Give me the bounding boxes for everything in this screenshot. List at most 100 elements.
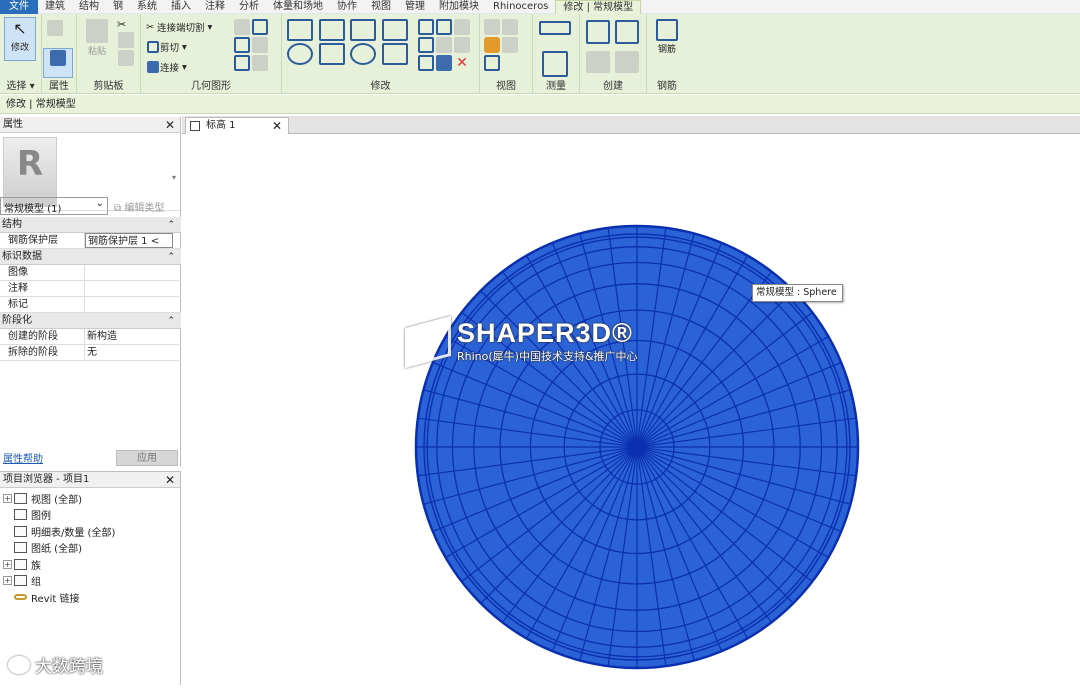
split-gap-icon[interactable] [436, 19, 452, 35]
create-similar-icon[interactable] [586, 51, 610, 73]
rotate-icon[interactable] [350, 43, 376, 65]
tab-view[interactable]: 视图 [364, 0, 398, 14]
phase-demolished-field[interactable]: 无 [85, 345, 181, 360]
dimension-icon[interactable] [542, 51, 568, 77]
tab-rhinoceros[interactable]: Rhinoceros [486, 0, 555, 14]
trim-single-icon[interactable] [418, 55, 434, 71]
drawing-canvas[interactable] [182, 134, 1080, 685]
expand-icon[interactable]: + [3, 493, 12, 503]
tab-structure[interactable]: 结构 [72, 0, 106, 14]
join-button[interactable]: 连接 ▾ [146, 60, 187, 74]
scale-icon[interactable] [436, 37, 452, 53]
cut-button[interactable]: 剪切 ▾ [146, 40, 187, 54]
category-identity[interactable]: 标识数据 ⌃ [0, 249, 181, 265]
match-type-icon[interactable] [118, 50, 134, 66]
chevron-down-icon[interactable]: ▾ [172, 173, 176, 182]
tab-annotate[interactable]: 注释 [198, 0, 232, 14]
copy-move-icon[interactable] [318, 43, 345, 65]
trim-extend-icon[interactable] [381, 43, 408, 65]
measure-icon[interactable] [539, 21, 571, 35]
split-face-icon[interactable] [234, 19, 250, 35]
mark-field[interactable] [85, 297, 181, 312]
mirror-axis-icon[interactable] [350, 19, 376, 41]
chat-bubble-icon [8, 655, 30, 674]
panel-label-measure: 测量 [546, 81, 566, 92]
panel-label-select[interactable]: 选择 ▾ [0, 77, 41, 92]
override-icon[interactable] [502, 19, 518, 35]
offset-icon[interactable] [318, 19, 345, 41]
modify-button[interactable]: ↖ 修改 [4, 17, 36, 61]
wall-joins-icon[interactable] [252, 19, 268, 35]
cut-tool-icon[interactable]: ✂ [117, 18, 140, 31]
pin-icon[interactable] [454, 19, 470, 35]
tab-steel[interactable]: 钢 [106, 0, 130, 14]
sphere-model[interactable] [182, 134, 1080, 685]
line-style-icon[interactable] [502, 37, 518, 53]
align-icon[interactable] [287, 19, 313, 41]
category-phasing[interactable]: 阶段化 ⌃ [0, 313, 181, 329]
panel-label-view: 视图 [496, 81, 516, 92]
close-icon[interactable]: ✕ [272, 118, 282, 134]
array-icon[interactable] [418, 37, 434, 53]
properties-button[interactable] [43, 48, 73, 78]
tab-massing-site[interactable]: 体量和场地 [266, 0, 330, 14]
paste-button[interactable]: 粘贴 [81, 17, 113, 61]
tab-addins[interactable]: 附加模块 [432, 0, 486, 14]
tree-item-views[interactable]: + 视图 (全部) [0, 490, 180, 507]
beam-joins-icon[interactable] [234, 55, 250, 71]
tab-modify-generic-model[interactable]: 修改 | 常规模型 [555, 0, 642, 14]
properties-help-link[interactable]: 属性帮助 [3, 450, 43, 465]
tab-collaborate[interactable]: 协作 [330, 0, 364, 14]
expand-icon[interactable]: + [3, 576, 12, 586]
property-row: 拆除的阶段无 [0, 345, 181, 361]
create-parts-icon[interactable] [586, 20, 610, 44]
tree-item-sheets[interactable]: 图纸 (全部) [0, 540, 180, 557]
tree-item-families[interactable]: + 族 [0, 556, 180, 573]
copy-icon[interactable] [118, 32, 134, 48]
schedule-icon [14, 525, 27, 537]
rebar-cover-field[interactable]: 钢筋保护层 1 < [85, 233, 173, 248]
view-tool-icon[interactable] [484, 55, 500, 71]
move-icon[interactable] [287, 43, 313, 65]
hide-icon[interactable] [484, 19, 500, 35]
tab-insert[interactable]: 插入 [164, 0, 198, 14]
split-element-icon[interactable] [418, 19, 434, 35]
view-tab-level1[interactable]: 标高 1 ✕ [185, 117, 289, 134]
comments-field[interactable] [85, 281, 181, 296]
trim-multiple-icon[interactable] [436, 55, 452, 71]
tree-item-schedules[interactable]: 明细表/数量 (全部) [0, 523, 180, 540]
tree-item-revit-links[interactable]: Revit 链接 [0, 589, 180, 606]
phase-created-field[interactable]: 新构造 [85, 329, 181, 344]
rebar-icon [656, 19, 678, 41]
type-selector-dropdown[interactable]: 常规模型 (1) [0, 197, 108, 215]
create-assembly-icon[interactable] [615, 51, 639, 73]
tab-file[interactable]: 文件 [0, 0, 38, 14]
edit-type-button[interactable]: ⧉ 编辑类型 [114, 199, 164, 214]
image-field[interactable] [85, 265, 181, 280]
linework-icon[interactable] [484, 37, 500, 53]
property-row: 钢筋保护层 钢筋保护层 1 < [0, 233, 181, 249]
paste-label: 粘贴 [87, 47, 106, 57]
unpin-icon[interactable] [454, 37, 470, 53]
category-structure[interactable]: 结构 ⌃ [0, 217, 181, 233]
paint-icon[interactable] [252, 37, 268, 53]
tab-systems[interactable]: 系统 [130, 0, 164, 14]
tree-item-legends[interactable]: 图例 [0, 507, 180, 524]
demolish-icon[interactable] [234, 37, 250, 53]
apply-button[interactable]: 应用 [116, 449, 178, 466]
rebar-button[interactable]: 钢筋 [651, 17, 683, 61]
tab-analyze[interactable]: 分析 [232, 0, 266, 14]
tree-item-groups[interactable]: + 组 [0, 573, 180, 590]
hammer-icon[interactable] [252, 55, 268, 71]
expand-icon[interactable]: + [3, 559, 12, 569]
tab-manage[interactable]: 管理 [398, 0, 432, 14]
create-group-icon[interactable] [615, 20, 639, 44]
property-key: 标记 [0, 297, 85, 312]
close-icon[interactable]: ✕ [165, 117, 175, 133]
close-icon[interactable]: ✕ [165, 472, 175, 488]
type-properties-icon[interactable] [46, 19, 64, 37]
tab-architecture[interactable]: 建筑 [38, 0, 72, 14]
delete-icon[interactable]: ✕ [454, 55, 470, 71]
mirror-draw-icon[interactable] [381, 19, 408, 41]
join-cut-button[interactable]: ✂ 连接端切割 ▾ [146, 20, 212, 35]
